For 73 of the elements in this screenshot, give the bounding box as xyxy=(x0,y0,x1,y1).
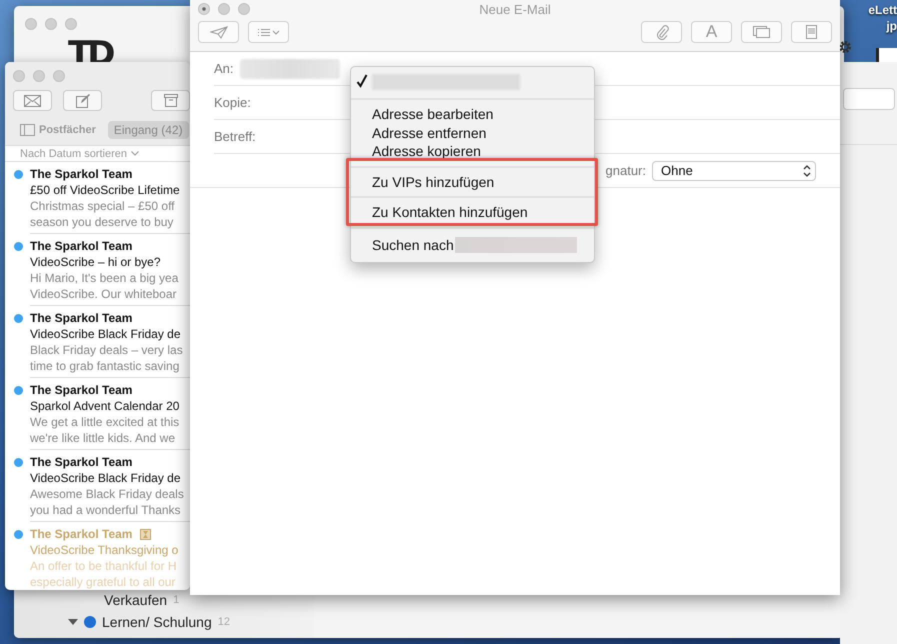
message-subject: VideoScribe – hi or bye? xyxy=(30,254,162,270)
signature-select[interactable]: Ohne xyxy=(652,160,816,180)
compose-button[interactable] xyxy=(63,90,102,111)
up-down-chevron-icon xyxy=(803,164,811,176)
hourglass-icon xyxy=(140,528,152,540)
search-field[interactable] xyxy=(843,88,895,110)
folder-label[interactable]: Verkaufen xyxy=(104,592,168,608)
message-preview: Christmas special – £50 off xyxy=(30,198,176,214)
message-sender: The Sparkol Team xyxy=(30,238,132,254)
message-preview: Black Friday deals – very las xyxy=(30,342,184,358)
minimize-window-button[interactable] xyxy=(45,18,57,30)
menu-item[interactable]: Adresse bearbeiten xyxy=(351,105,594,124)
get-mail-button[interactable] xyxy=(13,90,52,111)
message-preview: Hi Mario, It's been a big yea xyxy=(30,270,180,286)
header-fields-button[interactable] xyxy=(248,21,289,43)
send-button[interactable] xyxy=(198,21,239,43)
document-icon xyxy=(806,25,817,39)
zoom-window-button[interactable] xyxy=(65,18,77,30)
archive-button[interactable] xyxy=(151,90,190,111)
message-preview: especially grateful to all our xyxy=(30,574,176,590)
archive-box-icon xyxy=(164,94,178,107)
field-label: Kopie: xyxy=(214,95,251,110)
signature-label: gnatur: xyxy=(606,163,646,178)
message-sender: The Sparkol Team xyxy=(30,166,132,182)
field-label: An: xyxy=(214,61,234,76)
message-preview: We get a little excited at this xyxy=(30,414,180,430)
message-preview: you had a wonderful Thanks xyxy=(30,502,182,518)
message-sender: The Sparkol Team xyxy=(30,526,132,542)
message-subject: Sparkol Advent Calendar 20 xyxy=(30,398,180,414)
message-preview: season you deserve to buy xyxy=(30,214,174,230)
file-name-label[interactable]: eLett xyxy=(868,2,897,18)
menu-item[interactable]: Zu Kontakten hinzufügen xyxy=(351,203,594,222)
folder-count: 12 xyxy=(218,616,230,628)
menu-item[interactable]: Adresse entfernen xyxy=(351,124,594,142)
message-sender: The Sparkol Team xyxy=(30,454,132,470)
gear-icon[interactable] xyxy=(838,40,852,54)
close-window-button[interactable] xyxy=(198,3,210,15)
file-name-label[interactable]: jp xyxy=(886,18,897,34)
disclosure-triangle-icon[interactable] xyxy=(68,619,78,625)
zoom-window-button[interactable] xyxy=(238,3,250,15)
field-label: Betreff: xyxy=(214,129,256,144)
minimize-window-button[interactable] xyxy=(218,3,230,15)
menu-item[interactable]: Suchen nach xyxy=(351,234,594,256)
message-subject: VideoScribe Black Friday de xyxy=(30,326,182,342)
chevron-down-icon xyxy=(131,151,139,156)
message-subject: VideoScribe Black Friday de xyxy=(30,470,182,486)
window-title: Neue E-Mail xyxy=(478,2,552,17)
windows-icon xyxy=(753,26,770,38)
folder-count: 1 xyxy=(173,594,180,606)
folder-label[interactable]: Lernen/ Schulung xyxy=(102,614,212,630)
photo-browser-button[interactable] xyxy=(741,21,782,43)
list-caret-icon xyxy=(256,28,280,36)
menu-item[interactable]: Zu VIPs hinzufügen xyxy=(351,172,594,191)
envelope-icon xyxy=(24,94,41,106)
sidebar-icon xyxy=(20,124,35,136)
paperclip-icon xyxy=(654,24,668,40)
template-button[interactable] xyxy=(791,21,832,43)
zoom-window-button[interactable] xyxy=(53,70,65,82)
message-subject: £50 off VideoScribe Lifetime xyxy=(30,182,181,198)
message-sender: The Sparkol Team xyxy=(30,382,132,398)
message-preview: time to grab fantastic saving xyxy=(30,358,180,374)
menu-item[interactable]: Adresse kopieren xyxy=(351,142,594,160)
message-preview: we're like little kids. And we xyxy=(30,430,176,446)
message-preview: Awesome Black Friday deals xyxy=(30,486,185,502)
pencil-square-icon xyxy=(76,94,90,108)
message-sender: The Sparkol Team xyxy=(30,310,132,326)
message-subject: VideoScribe Thanksgiving o xyxy=(30,542,180,558)
paper-plane-icon xyxy=(210,26,228,38)
document-thumbnail[interactable] xyxy=(876,48,897,62)
attach-button[interactable] xyxy=(641,21,682,43)
message-preview: VideoScribe. Our whiteboar xyxy=(30,286,178,302)
message-preview: An offer to be thankful for H xyxy=(30,558,178,574)
minimize-window-button[interactable] xyxy=(33,70,45,82)
